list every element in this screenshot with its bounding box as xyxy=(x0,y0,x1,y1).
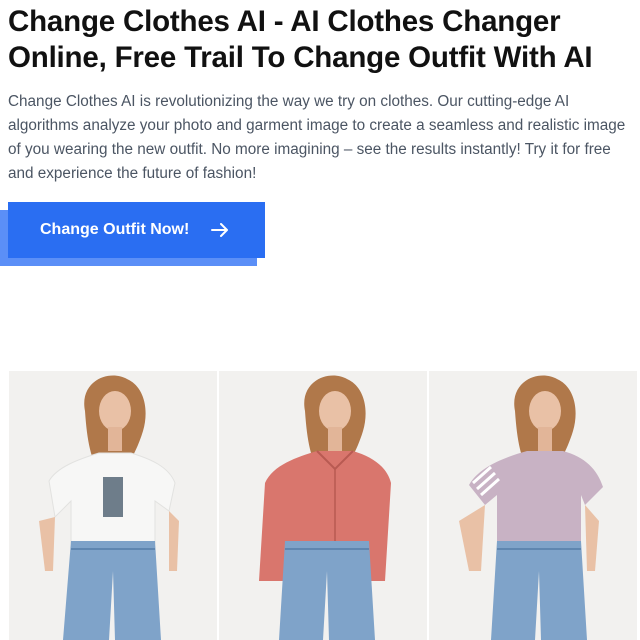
model-lilac-striped-tee-photo xyxy=(429,371,637,640)
model-white-graphic-tee-photo xyxy=(9,371,217,640)
page: Change Clothes AI - AI Clothes Changer O… xyxy=(0,0,640,640)
outfit-gallery xyxy=(9,371,637,640)
page-title: Change Clothes AI - AI Clothes Changer O… xyxy=(8,5,593,74)
change-outfit-button-label: Change Outfit Now! xyxy=(40,221,190,238)
model-red-plaid-shirt-photo xyxy=(219,371,427,640)
change-outfit-button[interactable]: Change Outfit Now! xyxy=(8,202,265,258)
arrow-right-icon xyxy=(211,223,229,237)
hero-description: Change Clothes AI is revolutionizing the… xyxy=(8,93,626,182)
